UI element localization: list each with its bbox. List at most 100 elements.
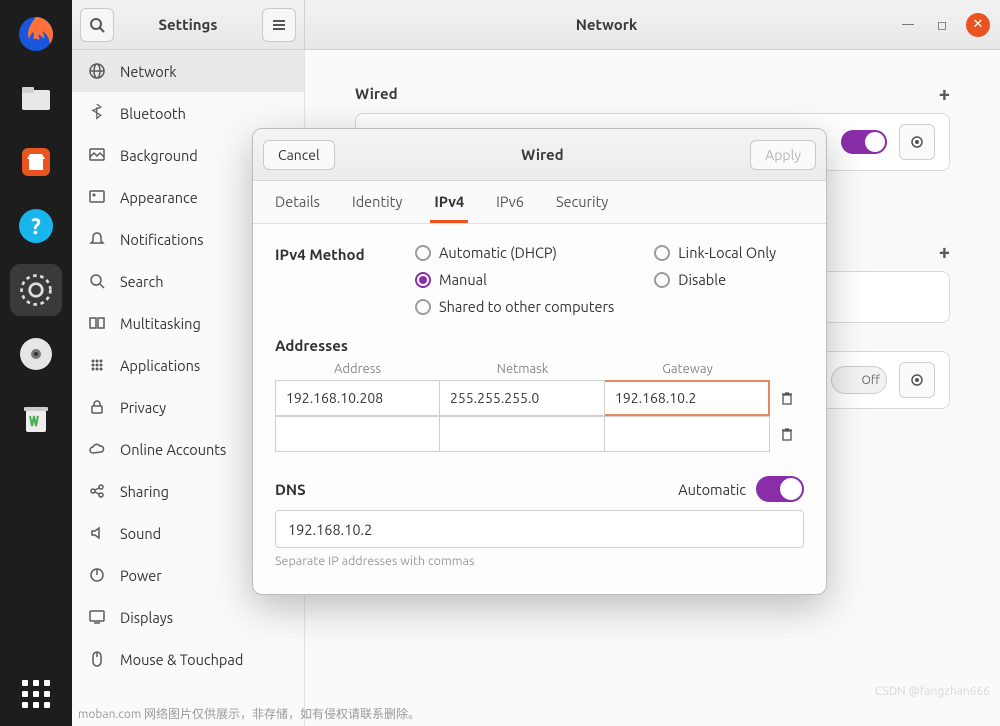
watermark: CSDN @fangzhan666 (875, 685, 990, 698)
dock-firefox[interactable] (10, 8, 62, 60)
tab-ipv6[interactable]: IPv6 (492, 181, 528, 223)
addr-header: Address (275, 358, 440, 380)
radio-label: Disable (678, 271, 726, 288)
background-icon (88, 146, 106, 164)
sidebar-item-label: Notifications (120, 231, 204, 248)
tab-ipv4[interactable]: IPv4 (430, 181, 468, 223)
dock-help[interactable]: ? (10, 200, 62, 252)
wired-section-title: Wired (355, 85, 398, 102)
apply-button[interactable]: Apply (750, 140, 816, 170)
sidebar-item-label: Applications (120, 357, 200, 374)
share-icon (88, 482, 106, 500)
dns-input[interactable] (275, 510, 804, 548)
dock-trash[interactable] (10, 392, 62, 444)
addr-header: Netmask (440, 358, 605, 380)
appearance-icon (88, 188, 106, 206)
tab-security[interactable]: Security (552, 181, 612, 223)
titlebar: Settings Network — ◻ ✕ (72, 0, 1000, 50)
power-icon (88, 566, 106, 584)
dns-hint: Separate IP addresses with commas (275, 554, 804, 568)
sidebar-item-label: Sharing (120, 483, 169, 500)
dock-disc[interactable] (10, 328, 62, 380)
sidebar-item-label: Privacy (120, 399, 166, 416)
cloud-icon (88, 440, 106, 458)
ipv4-method-label: IPv4 Method (275, 244, 385, 263)
addr-gateway-input[interactable] (605, 380, 770, 416)
dns-label: DNS (275, 481, 306, 498)
sidebar-item-label: Bluetooth (120, 105, 186, 122)
add-wired-button[interactable]: + (939, 82, 950, 105)
search-button[interactable] (80, 8, 114, 42)
lock-icon (88, 398, 106, 416)
dock-files[interactable] (10, 72, 62, 124)
radio-disable[interactable]: Disable (654, 271, 776, 288)
radio-label: Link-Local Only (678, 244, 776, 261)
radio-link-local-only[interactable]: Link-Local Only (654, 244, 776, 261)
dock: ? (0, 0, 72, 726)
radio-automatic-dhcp-[interactable]: Automatic (DHCP) (415, 244, 614, 261)
minimize-button[interactable]: — (898, 15, 918, 35)
sidebar-item-label: Sound (120, 525, 161, 542)
radio-manual[interactable]: Manual (415, 271, 614, 288)
display-icon (88, 608, 106, 626)
dialog-title: Wired (335, 146, 750, 163)
hamburger-button[interactable] (262, 8, 296, 42)
addr-address-input[interactable] (275, 380, 440, 416)
cancel-button[interactable]: Cancel (263, 140, 335, 170)
radio-icon (415, 299, 431, 315)
radio-label: Automatic (DHCP) (439, 244, 557, 261)
sidebar-item-label: Search (120, 273, 164, 290)
addr-netmask-input[interactable] (440, 416, 605, 452)
svg-text:?: ? (31, 214, 41, 239)
radio-icon (654, 272, 670, 288)
delete-row-button[interactable] (770, 380, 804, 416)
addr-gateway-input[interactable] (605, 416, 770, 452)
bluetooth-icon (88, 104, 106, 122)
multitask-icon (88, 314, 106, 332)
sidebar-item-label: Displays (120, 609, 173, 626)
tab-identity[interactable]: Identity (348, 181, 406, 223)
sidebar-item-label: Background (120, 147, 198, 164)
window-title: Network (315, 16, 898, 33)
dock-settings[interactable] (10, 264, 62, 316)
sound-icon (88, 524, 106, 542)
sidebar-item-network[interactable]: Network (72, 50, 304, 92)
addresses-label: Addresses (275, 337, 804, 354)
proxy-toggle[interactable]: Off (831, 366, 887, 394)
close-button[interactable]: ✕ (966, 13, 990, 37)
search-icon (88, 272, 106, 290)
wired-settings-button[interactable] (899, 124, 935, 160)
dialog-tabs: Details Identity IPv4 IPv6 Security (253, 181, 826, 224)
dns-automatic-toggle[interactable] (756, 476, 804, 502)
maximize-button[interactable]: ◻ (932, 15, 952, 35)
delete-row-button[interactable] (770, 416, 804, 452)
radio-icon (654, 245, 670, 261)
sidebar-item-label: Online Accounts (120, 441, 226, 458)
bottom-caption: moban.com 网络图片仅供展示，非存储，如有侵权请联系删除。 (78, 705, 420, 722)
sidebar-item-displays[interactable]: Displays (72, 596, 304, 638)
sidebar-item-mouse-touchpad[interactable]: Mouse & Touchpad (72, 638, 304, 680)
proxy-settings-button[interactable] (899, 362, 935, 398)
addr-address-input[interactable] (275, 416, 440, 452)
radio-shared-to-other-computers[interactable]: Shared to other computers (415, 298, 614, 315)
apps-icon (88, 356, 106, 374)
tab-details[interactable]: Details (271, 181, 324, 223)
radio-icon (415, 245, 431, 261)
radio-icon (415, 272, 431, 288)
radio-label: Shared to other computers (439, 298, 614, 315)
radio-label: Manual (439, 271, 487, 288)
wired-toggle[interactable] (841, 130, 887, 154)
sidebar-item-label: Network (120, 63, 177, 80)
dock-apps-grid[interactable] (22, 680, 50, 708)
sidebar-item-label: Mouse & Touchpad (120, 651, 243, 668)
bell-icon (88, 230, 106, 248)
dock-software[interactable] (10, 136, 62, 188)
addr-netmask-input[interactable] (440, 380, 605, 416)
add-connection-button[interactable]: + (939, 240, 950, 263)
connection-dialog: Cancel Wired Apply Details Identity IPv4 IP… (252, 128, 827, 595)
globe-icon (88, 62, 106, 80)
sidebar-item-label: Appearance (120, 189, 198, 206)
dns-automatic-label: Automatic (678, 481, 746, 498)
sidebar-item-label: Power (120, 567, 162, 584)
sidebar-item-label: Multitasking (120, 315, 201, 332)
